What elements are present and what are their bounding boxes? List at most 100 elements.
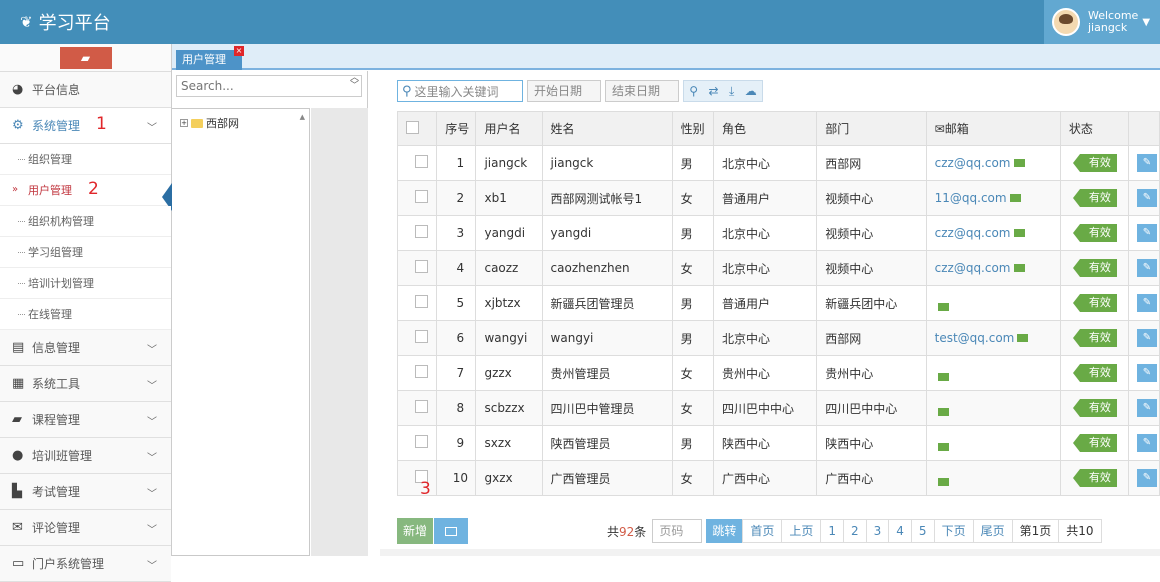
sidebar-subitem-online[interactable]: 在线管理: [0, 299, 171, 330]
email-link[interactable]: 11@qq.com: [935, 191, 1021, 205]
email-link[interactable]: [935, 372, 949, 381]
table-row[interactable]: 8 scbzzx 四川巴中管理员 女 四川巴中中心 四川巴中中心 有效 ✎: [396, 390, 1160, 426]
email-link[interactable]: test@qq.com: [935, 331, 1029, 345]
row-checkbox[interactable]: [414, 295, 428, 308]
sidebar-item-exam-management[interactable]: ▙ 考试管理 ﹀: [0, 474, 171, 510]
email-link[interactable]: czz@qq.com: [935, 261, 1025, 275]
email-link[interactable]: [935, 442, 949, 451]
page-last[interactable]: 尾页: [973, 519, 1013, 543]
col-header-gender[interactable]: 性别: [671, 111, 714, 146]
edit-icon[interactable]: ✎: [1136, 434, 1157, 452]
sidebar-item-info-management[interactable]: ▤ 信息管理 ﹀: [0, 330, 171, 366]
cell-username[interactable]: gxzx: [475, 460, 543, 496]
sidebar-subitem-study-group[interactable]: 学习组管理: [0, 237, 171, 268]
cloud-upload-icon[interactable]: ☁: [745, 84, 757, 98]
cell-username[interactable]: gzzx: [475, 355, 543, 391]
email-link[interactable]: czz@qq.com: [935, 226, 1025, 240]
search-icon[interactable]: ⚲: [689, 84, 698, 98]
edit-icon[interactable]: ✎: [1136, 189, 1157, 207]
tree-node[interactable]: + 西部网: [172, 109, 309, 131]
download-icon[interactable]: ⤓: [729, 84, 734, 99]
page-link[interactable]: 2: [844, 519, 867, 543]
sidebar-item-training-class[interactable]: ● 培训班管理 ﹀: [0, 438, 171, 474]
end-date-input[interactable]: 结束日期: [605, 80, 679, 102]
cell-username[interactable]: sxzx: [475, 425, 543, 461]
email-link[interactable]: [935, 477, 949, 486]
sidebar-subitem-org-structure[interactable]: 组织机构管理: [0, 206, 171, 237]
row-checkbox[interactable]: [414, 330, 428, 343]
table-row[interactable]: 2 xb1 西部网测试帐号1 女 普通用户 视频中心 11@qq.com 有效 …: [396, 180, 1160, 216]
table-row[interactable]: 3 yangdi yangdi 男 北京中心 视频中心 czz@qq.com 有…: [396, 215, 1160, 251]
col-header-dept[interactable]: 部门: [816, 111, 927, 146]
col-header-email[interactable]: ✉邮箱: [925, 111, 1061, 146]
col-header-status[interactable]: 状态: [1059, 111, 1129, 146]
table-row[interactable]: 5 xjbtzx 新疆兵团管理员 男 普通用户 新疆兵团中心 有效 ✎: [396, 285, 1160, 321]
sidebar-item-course-management[interactable]: ▰ 课程管理 ﹀: [0, 402, 171, 438]
col-header-name[interactable]: 姓名: [541, 111, 673, 146]
row-checkbox[interactable]: [414, 190, 428, 203]
row-checkbox[interactable]: [414, 435, 428, 448]
start-date-input[interactable]: 开始日期: [527, 80, 601, 102]
edit-icon[interactable]: ✎: [1136, 469, 1157, 487]
row-checkbox[interactable]: [414, 225, 428, 238]
cell-username[interactable]: wangyi: [475, 320, 543, 356]
table-row[interactable]: 7 gzzx 贵州管理员 女 贵州中心 贵州中心 有效 ✎: [396, 355, 1160, 391]
table-row[interactable]: 4 caozz caozhenzhen 女 北京中心 视频中心 czz@qq.c…: [396, 250, 1160, 286]
table-row[interactable]: 3 10 gxzx 广西管理员 女 广西中心 广西中心 有效 ✎: [396, 460, 1160, 499]
row-checkbox[interactable]: [414, 155, 428, 168]
page-link[interactable]: 5: [911, 519, 935, 543]
sidebar-item-platform-info[interactable]: ◕ 平台信息: [0, 72, 171, 108]
sidebar-item-system-management[interactable]: ⚙ 系统管理 1 ﹀: [0, 108, 171, 144]
page-prev[interactable]: 上页: [782, 519, 822, 543]
edit-icon[interactable]: ✎: [1136, 294, 1157, 312]
page-link[interactable]: 4: [889, 519, 912, 543]
tree-search-input[interactable]: [176, 75, 362, 97]
user-menu[interactable]: Welcome jiangck ▼: [1044, 0, 1160, 44]
table-row[interactable]: 1 jiangck jiangck 男 北京中心 西部网 czz@qq.com …: [396, 145, 1160, 181]
edit-icon[interactable]: ✎: [1136, 399, 1157, 417]
sidebar-subitem-org[interactable]: 组织管理: [0, 144, 171, 175]
select-all-checkbox[interactable]: [406, 120, 419, 134]
cell-username[interactable]: xjbtzx: [475, 285, 543, 321]
email-link[interactable]: [935, 407, 949, 416]
expand-icon[interactable]: +: [180, 119, 188, 127]
col-header-no[interactable]: 序号: [436, 111, 477, 146]
sidebar-shortcut-button[interactable]: ▰: [59, 46, 112, 69]
edit-icon[interactable]: ✎: [1136, 364, 1157, 382]
scroll-up-icon[interactable]: ▲: [300, 113, 305, 121]
row-checkbox[interactable]: [414, 260, 428, 273]
close-icon[interactable]: ×: [234, 46, 244, 56]
cell-username[interactable]: scbzzx: [475, 390, 543, 426]
cell-username[interactable]: yangdi: [475, 215, 543, 251]
cell-username[interactable]: jiangck: [475, 145, 543, 181]
page-next[interactable]: 下页: [934, 519, 974, 543]
exchange-icon[interactable]: ⇄: [708, 84, 718, 98]
table-row[interactable]: 9 sxzx 陕西管理员 男 陕西中心 陕西中心 有效 ✎: [396, 425, 1160, 461]
table-row[interactable]: 6 wangyi wangyi 男 北京中心 西部网 test@qq.com 有…: [396, 320, 1160, 356]
row-checkbox[interactable]: [414, 400, 428, 413]
brand[interactable]: ❦ 学习平台: [20, 9, 111, 35]
keyword-search-input[interactable]: ⚲ 这里输入关键词: [397, 80, 523, 102]
page-number-input[interactable]: 页码: [652, 519, 703, 543]
sidebar-item-portal-management[interactable]: ▭ 门户系统管理 ﹀: [0, 546, 171, 582]
spinner-arrows-icon[interactable]: ︿ ﹀: [350, 74, 359, 91]
edit-icon[interactable]: ✎: [1136, 259, 1157, 277]
row-checkbox[interactable]: [414, 365, 428, 378]
edit-icon[interactable]: ✎: [1136, 329, 1157, 347]
page-link[interactable]: 3: [866, 519, 890, 543]
edit-icon[interactable]: ✎: [1136, 224, 1157, 242]
col-header-role[interactable]: 角色: [712, 111, 818, 146]
cell-username[interactable]: xb1: [475, 180, 543, 216]
page-first[interactable]: 首页: [742, 519, 783, 543]
email-link[interactable]: [935, 302, 949, 311]
cell-username[interactable]: caozz: [475, 250, 543, 286]
sidebar-item-system-tools[interactable]: ▦ 系统工具 ﹀: [0, 366, 171, 402]
tab-user-management[interactable]: 用户管理 ×: [176, 46, 244, 70]
go-button[interactable]: 跳转: [706, 519, 743, 543]
add-button[interactable]: 新增: [397, 518, 433, 544]
sidebar-subitem-users[interactable]: » 用户管理 2: [0, 175, 172, 211]
page-link[interactable]: 1: [821, 519, 844, 543]
email-link[interactable]: czz@qq.com: [935, 156, 1025, 170]
sidebar-subitem-training-plan[interactable]: 培训计划管理: [0, 268, 171, 299]
col-header-username[interactable]: 用户名: [475, 111, 543, 146]
